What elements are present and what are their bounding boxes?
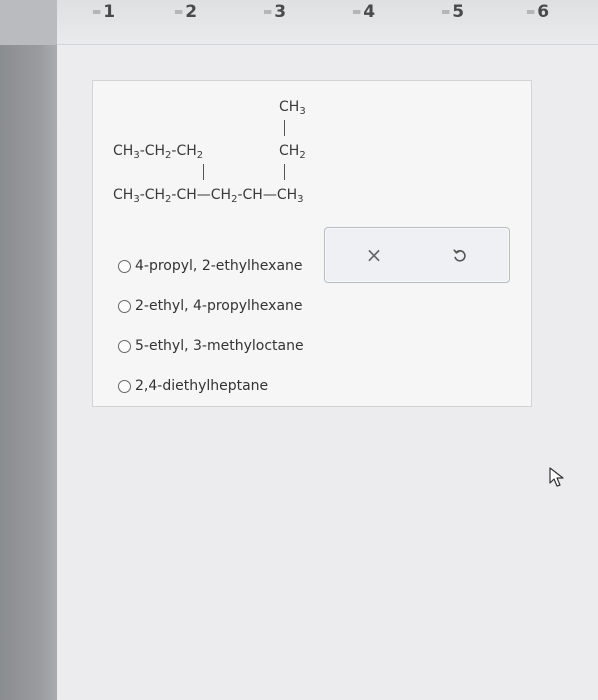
mouse-cursor-icon	[549, 467, 564, 487]
option-label: 2,4-diethylheptane	[135, 378, 269, 394]
equals-icon: ═	[442, 5, 449, 19]
equals-icon: ═	[93, 5, 100, 19]
answer-option[interactable]: 2,4-diethylheptane	[118, 366, 304, 406]
radio-button[interactable]	[118, 259, 131, 273]
answer-option[interactable]: 2-ethyl, 4-propylhexane	[118, 286, 304, 326]
undo-button[interactable]	[445, 240, 475, 270]
bond-line	[203, 164, 204, 180]
tab-question-4[interactable]: ═ 4	[353, 0, 375, 24]
equals-icon: ═	[264, 5, 271, 19]
tab-number: 3	[274, 2, 287, 22]
tab-question-5[interactable]: ═ 5	[442, 0, 464, 24]
tab-question-1[interactable]: ═ 1	[93, 0, 115, 24]
tab-bar-left-edge	[0, 0, 57, 45]
equals-icon: ═	[353, 5, 360, 19]
equals-icon: ═	[175, 5, 182, 19]
tab-number: 5	[452, 2, 465, 22]
tab-number: 2	[185, 2, 198, 22]
option-label: 2-ethyl, 4-propylhexane	[135, 298, 303, 314]
tab-number: 4	[363, 2, 376, 22]
tab-question-6[interactable]: ═ 6	[527, 0, 549, 24]
answer-options: 4-propyl, 2-ethylhexane 2-ethyl, 4-propy…	[118, 246, 304, 406]
tab-number: 1	[103, 2, 116, 22]
option-label: 5-ethyl, 3-methyloctane	[135, 338, 304, 354]
answer-option[interactable]: 5-ethyl, 3-methyloctane	[118, 326, 304, 366]
tab-question-3[interactable]: ═ 3	[264, 0, 286, 24]
undo-icon	[453, 249, 466, 262]
close-icon: ×	[365, 243, 383, 267]
structural-formula: CH3 CH3-CH2-CH2 CH2 CH3-CH2-CH—CH2-CH—CH…	[113, 96, 373, 216]
question-tab-bar: ═ 1 ═ 2 ═ 3 ═ 4 ═ 5 ═ 6	[0, 0, 598, 45]
tab-number: 6	[537, 2, 550, 22]
left-sidebar-strip	[0, 0, 57, 700]
formula-propyl-branch: CH3-CH2-CH2	[113, 143, 204, 161]
radio-button[interactable]	[118, 299, 131, 313]
formula-top-ch3: CH3	[279, 99, 306, 117]
tab-question-2[interactable]: ═ 2	[175, 0, 197, 24]
formula-main-chain: CH3-CH2-CH—CH2-CH—CH3	[113, 187, 304, 205]
formula-ethyl-ch2: CH2	[279, 143, 306, 161]
clear-button[interactable]: ×	[359, 240, 389, 270]
option-label: 4-propyl, 2-ethylhexane	[135, 258, 303, 274]
radio-button[interactable]	[118, 379, 131, 393]
equals-icon: ═	[527, 5, 534, 19]
answer-option[interactable]: 4-propyl, 2-ethylhexane	[118, 246, 304, 286]
radio-button[interactable]	[118, 339, 131, 353]
bond-line	[284, 120, 285, 136]
bond-line	[284, 164, 285, 180]
answer-action-box: ×	[324, 227, 510, 283]
